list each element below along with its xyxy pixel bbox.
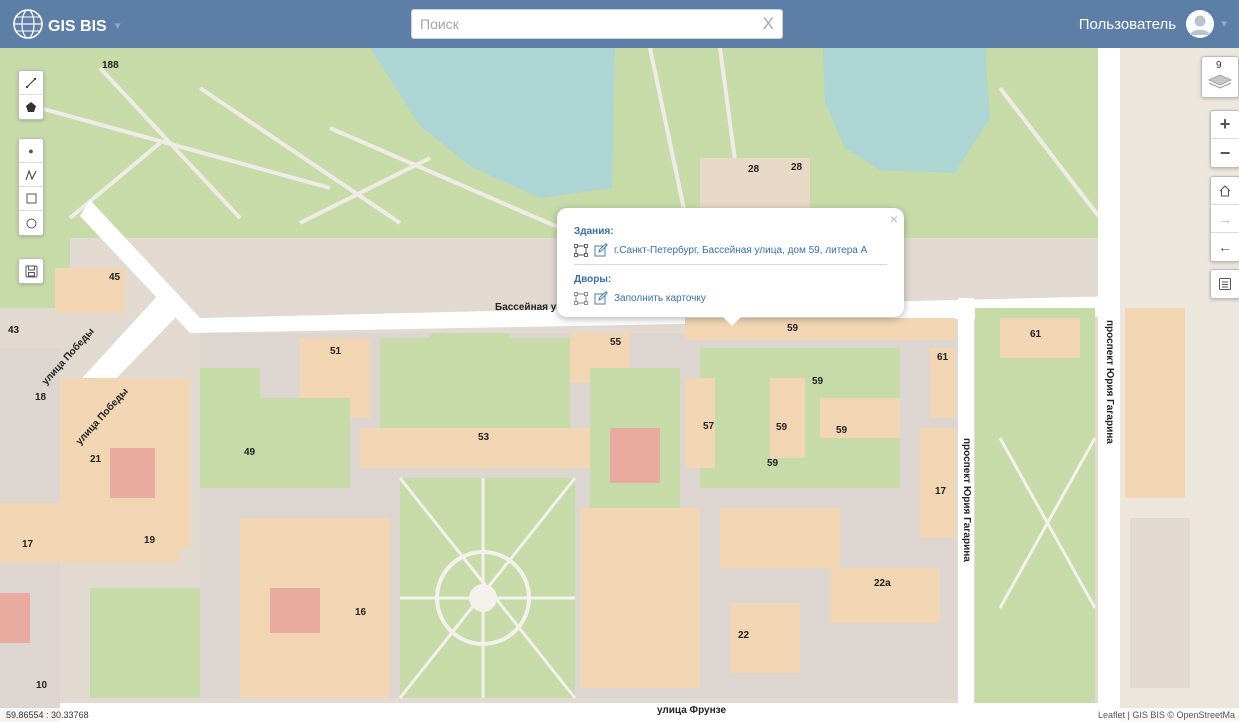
building-label: 17 [22, 539, 34, 550]
building-label: 22 [738, 630, 750, 641]
building-label: 61 [937, 352, 949, 363]
building-label: 10 [36, 680, 48, 691]
popup-close-button[interactable]: × [890, 211, 898, 227]
arrow-right-icon: → [1218, 210, 1232, 227]
building-label: 17 [935, 486, 947, 497]
home-icon [1219, 184, 1231, 197]
legend-control [1210, 269, 1239, 299]
draw-toolbar-shapes: ● [18, 138, 44, 236]
building-label: 59 [776, 422, 788, 433]
globe-logo-icon [12, 8, 48, 45]
navigation-control: → ← [1210, 176, 1239, 262]
map-attribution[interactable]: Leaflet | GIS BIS © OpenStreetMa [1093, 708, 1239, 722]
layers-control[interactable]: 9 [1201, 56, 1239, 98]
popup-divider [574, 264, 887, 265]
polygon-icon [26, 102, 36, 112]
coordinates-readout: 59.86554 : 30.33768 [0, 708, 95, 722]
street-label: Бассейная у [495, 302, 557, 313]
building-label: 59 [767, 458, 779, 469]
top-bar: GIS BIS ▼ X Пользователь ▼ [0, 0, 1239, 48]
building-label: 18 [35, 392, 47, 403]
building-label: 28 [748, 164, 760, 175]
building-label: 188 [102, 60, 119, 71]
fill-card-link[interactable]: Заполнить карточку [614, 293, 706, 304]
building-label: 53 [478, 432, 490, 443]
draw-toolbar-top [18, 70, 44, 120]
app-menu[interactable]: GIS BIS ▼ [12, 8, 123, 45]
edit-icon[interactable] [594, 243, 608, 257]
building-label: 59 [787, 323, 799, 334]
building-label: 61 [1030, 329, 1042, 340]
user-name: Пользователь [1078, 15, 1177, 33]
draw-circle-button[interactable] [19, 211, 43, 235]
building-label: 57 [703, 421, 715, 432]
building-label: 19 [144, 535, 156, 546]
building-row: г.Санкт-Петербург, Бассейная улица, дом … [574, 243, 867, 257]
arrow-left-icon: ← [1218, 239, 1232, 255]
save-button[interactable] [19, 259, 43, 283]
building-label: 51 [330, 346, 342, 357]
avatar [1186, 10, 1215, 38]
layers-icon [1208, 74, 1232, 89]
zoom-control: + − [1210, 110, 1239, 168]
search-box: X [411, 9, 783, 39]
building-label: 28 [791, 162, 803, 173]
forward-button[interactable]: → [1211, 205, 1239, 233]
map-canvas[interactable]: 188 28 28 45 43 18 21 51 55 59 61 61 59 … [0, 48, 1239, 722]
circle-icon [26, 218, 36, 228]
buildings-section-title: Здания: [574, 226, 614, 237]
feature-info-popup: × Здания: г.Санкт-Петербург, Бассейная у… [557, 208, 904, 326]
layers-count: 9 [1216, 60, 1222, 71]
plus-icon: + [1219, 114, 1231, 134]
building-label: 55 [610, 337, 622, 348]
select-area-icon[interactable] [574, 243, 588, 257]
back-button[interactable]: ← [1211, 233, 1239, 261]
home-button[interactable] [1211, 177, 1239, 205]
app-title: GIS BIS [48, 17, 107, 35]
save-control [18, 258, 44, 284]
draw-rectangle-button[interactable] [19, 187, 43, 211]
rectangle-icon [26, 193, 36, 204]
building-label: 59 [836, 425, 848, 436]
building-label: 16 [355, 607, 367, 618]
zoom-in-button[interactable]: + [1211, 111, 1239, 139]
draw-line-button[interactable] [19, 71, 43, 95]
street-label: улица Фрунзе [657, 705, 727, 716]
building-label: 49 [244, 447, 256, 458]
zoom-out-button[interactable]: − [1211, 139, 1239, 167]
building-label: 21 [90, 454, 102, 465]
building-label: 43 [8, 325, 20, 336]
clear-search-button[interactable]: X [763, 14, 774, 34]
edit-icon[interactable] [594, 291, 608, 305]
draw-point-button[interactable]: ● [19, 139, 43, 163]
floppy-disk-icon [25, 265, 37, 277]
draw-polyline-button[interactable] [19, 163, 43, 187]
building-address-link[interactable]: г.Санкт-Петербург, Бассейная улица, дом … [614, 245, 867, 256]
chevron-down-icon: ▼ [112, 21, 123, 32]
search-input[interactable] [412, 10, 758, 38]
draw-polygon-button[interactable] [19, 95, 43, 119]
building-label: 59 [812, 376, 824, 387]
minus-icon: − [1219, 142, 1231, 163]
map-base-layer [0, 48, 1239, 722]
user-menu[interactable]: Пользователь ▼ [1079, 10, 1229, 38]
select-area-icon[interactable] [574, 291, 588, 305]
line-icon [25, 77, 37, 88]
list-panel-icon [1219, 278, 1231, 290]
polyline-icon [25, 168, 37, 180]
point-icon: ● [28, 145, 34, 156]
building-label: 45 [109, 272, 121, 283]
yards-section-title: Дворы: [574, 274, 612, 285]
street-label: проспект Юрия Гагарина [961, 438, 972, 562]
legend-button[interactable] [1211, 270, 1239, 298]
street-label: проспект Юрия Гагарина [1104, 320, 1115, 444]
building-label: 22а [874, 578, 891, 589]
chevron-down-icon: ▼ [1219, 18, 1229, 30]
yard-row: Заполнить карточку [574, 291, 706, 305]
